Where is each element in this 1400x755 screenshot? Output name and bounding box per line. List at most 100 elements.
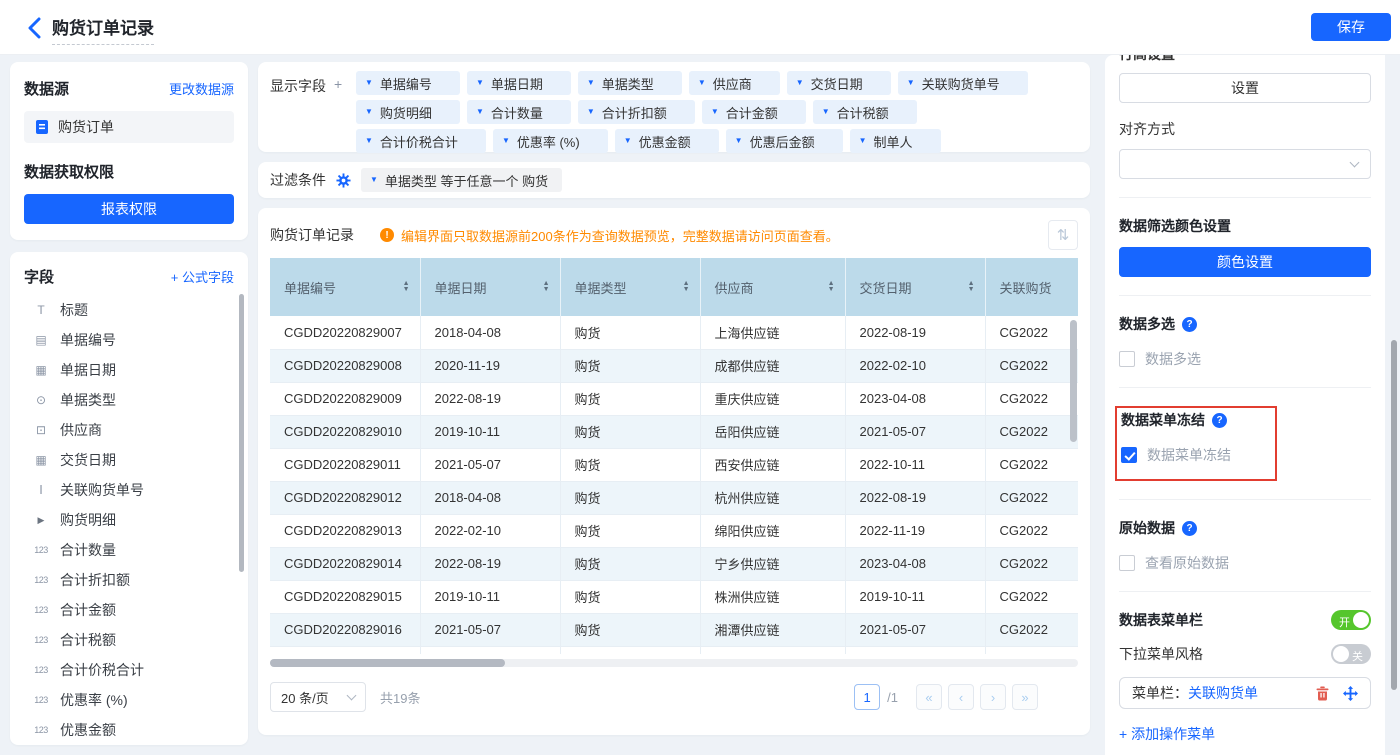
sort-icon[interactable]: ▲▼ — [683, 281, 690, 293]
column-header[interactable]: 供应商▲▼ — [700, 258, 845, 316]
sidebar-field-item[interactable]: 123合计折扣额 — [24, 565, 234, 595]
sidebar-field-item[interactable]: T标题 — [24, 295, 234, 325]
filter-condition-chip[interactable]: ▼ 单据类型 等于任意一个 购货 — [361, 168, 562, 192]
display-field-chip[interactable]: ▼单据日期 — [467, 71, 571, 95]
column-header[interactable]: 单据编号▲▼ — [270, 258, 420, 316]
add-formula-field-link[interactable]: + 公式字段 — [171, 267, 234, 286]
table-row[interactable]: CGDD202208290152019-10-11购货株洲供应链2019-10-… — [270, 580, 1078, 613]
menu-bar-item-name[interactable]: 关联购货单 — [1188, 683, 1258, 703]
page-scrollbar[interactable] — [1391, 340, 1397, 690]
datasource-item[interactable]: 购货订单 — [24, 111, 234, 143]
column-header[interactable]: 关联购货▲▼ — [985, 258, 1078, 316]
table-row[interactable]: CGDD202208290122018-04-08购货杭州供应链2022-08-… — [270, 481, 1078, 514]
color-settings-button[interactable]: 颜色设置 — [1119, 247, 1371, 277]
report-permission-button[interactable]: 报表权限 — [24, 194, 234, 224]
display-field-chip[interactable]: ▼供应商 — [689, 71, 780, 95]
next-page-button[interactable]: › — [980, 684, 1006, 710]
sidebar-field-item[interactable]: ⊙单据类型 — [24, 385, 234, 415]
multi-select-checkbox[interactable] — [1119, 351, 1135, 367]
align-select[interactable] — [1119, 149, 1371, 179]
trash-icon[interactable] — [1316, 686, 1329, 701]
settings-panel: 行高设置 设置 对齐方式 数据筛选颜色设置 颜色设置 数据多选 ? 数据多选 数… — [1105, 55, 1385, 755]
sort-icon[interactable]: ▲▼ — [828, 281, 835, 293]
table-row[interactable]: CGDD202208290082020-11-19购货成都供应链2022-02-… — [270, 349, 1078, 382]
sidebar-field-item[interactable]: ▦交货日期 — [24, 445, 234, 475]
display-field-chip[interactable]: ▼购货明细 — [356, 100, 460, 124]
display-field-chip[interactable]: ▼交货日期 — [787, 71, 891, 95]
move-icon[interactable] — [1343, 686, 1358, 701]
current-page-box[interactable]: 1 — [854, 684, 880, 710]
table-cell: 2019-10-11 — [845, 580, 985, 613]
add-action-menu-link[interactable]: + 添加操作菜单 — [1119, 724, 1371, 744]
sort-icon[interactable]: ▲▼ — [403, 281, 410, 293]
sidebar-field-item[interactable]: 123合计金额 — [24, 595, 234, 625]
sidebar-field-label: 单据编号 — [60, 330, 116, 350]
help-icon[interactable]: ? — [1212, 413, 1227, 428]
number-icon: 123 — [32, 575, 50, 585]
table-row[interactable]: CGDD202208290072018-04-08购货上海供应链2022-08-… — [270, 316, 1078, 349]
table-row[interactable]: CGDD202208290092022-08-19购货重庆供应链2023-04-… — [270, 382, 1078, 415]
first-page-button[interactable]: « — [916, 684, 942, 710]
sidebar-field-item[interactable]: ⊡供应商 — [24, 415, 234, 445]
table-row[interactable]: CGDD202208290162021-05-07购货湘潭供应链2021-05-… — [270, 613, 1078, 646]
sidebar-field-item[interactable]: 123优惠率 (%) — [24, 685, 234, 715]
display-field-chip[interactable]: ▼合计金额 — [702, 100, 806, 124]
display-field-chip[interactable]: ▼合计数量 — [467, 100, 571, 124]
table-cell: CG2022 — [985, 514, 1078, 547]
table-horizontal-scrollbar[interactable] — [270, 659, 505, 667]
display-field-chip[interactable]: ▼合计价税合计 — [356, 129, 486, 153]
display-field-chip[interactable]: ▼合计税额 — [813, 100, 917, 124]
sidebar-field-item[interactable]: Ⅰ关联购货单号 — [24, 475, 234, 505]
table-row[interactable]: CGDD202208290132022-02-10购货绵阳供应链2022-11-… — [270, 514, 1078, 547]
menu-freeze-checkbox[interactable] — [1121, 447, 1137, 463]
sidebar-field-item[interactable]: ▤单据编号 — [24, 325, 234, 355]
change-datasource-link[interactable]: 更改数据源 — [169, 79, 234, 98]
column-header-content: 单据编号▲▼ — [284, 278, 410, 297]
column-header[interactable]: 单据类型▲▼ — [560, 258, 700, 316]
sidebar-field-item[interactable]: ▦单据日期 — [24, 355, 234, 385]
fields-scrollbar[interactable] — [239, 294, 244, 572]
help-icon[interactable]: ? — [1182, 521, 1197, 536]
sort-icon[interactable]: ▲▼ — [968, 281, 975, 293]
sort-icon[interactable]: ▲▼ — [543, 281, 550, 293]
table-vertical-scrollbar[interactable] — [1070, 320, 1077, 442]
dropdown-style-toggle[interactable]: 关 — [1331, 644, 1371, 664]
settings-button[interactable]: 设置 — [1119, 73, 1371, 103]
back-icon[interactable] — [26, 17, 46, 39]
table-row[interactable]: CGDD202208290142022-08-19购货宁乡供应链2023-04-… — [270, 547, 1078, 580]
display-field-chip[interactable]: ▼合计折扣额 — [578, 100, 695, 124]
filter-label: 过滤条件 — [270, 170, 326, 190]
gear-icon[interactable] — [336, 173, 351, 188]
chip-row: ▼购货明细 ▼合计数量 ▼合计折扣额 ▼合计金额 ▼合计税额 — [356, 100, 1078, 124]
table-menu-toggle[interactable]: 开 — [1331, 610, 1371, 630]
page-size-select[interactable]: 20 条/页 — [270, 682, 366, 712]
column-header[interactable]: 单据日期▲▼ — [420, 258, 560, 316]
table-row[interactable] — [270, 646, 1078, 654]
table-cell: CG2022 — [985, 382, 1078, 415]
table-row[interactable]: CGDD202208290112021-05-07购货西安供应链2022-10-… — [270, 448, 1078, 481]
raw-data-checkbox[interactable] — [1119, 555, 1135, 571]
sidebar-field-item[interactable]: 123合计数量 — [24, 535, 234, 565]
sort-order-button[interactable]: ⇅ — [1048, 220, 1078, 250]
sidebar-field-item[interactable]: ▶购货明细 — [24, 505, 234, 535]
chevron-down-icon: ▼ — [711, 108, 719, 116]
display-field-chip[interactable]: ▼优惠率 (%) — [493, 129, 608, 153]
prev-page-button[interactable]: ‹ — [948, 684, 974, 710]
display-field-chip[interactable]: ▼优惠后金额 — [726, 129, 843, 153]
display-field-chip[interactable]: ▼优惠金额 — [615, 129, 719, 153]
save-button[interactable]: 保存 — [1311, 13, 1391, 41]
column-header[interactable]: 交货日期▲▼ — [845, 258, 985, 316]
display-field-chip[interactable]: ▼关联购货单号 — [898, 71, 1028, 95]
filter-card: 过滤条件 ▼ 单据类型 等于任意一个 购货 — [258, 162, 1090, 198]
sidebar-field-item[interactable]: 123优惠金额 — [24, 715, 234, 745]
sidebar-field-item[interactable]: 123合计价税合计 — [24, 655, 234, 685]
table-cell: 2022-02-10 — [845, 349, 985, 382]
last-page-button[interactable]: » — [1012, 684, 1038, 710]
display-field-chip[interactable]: ▼单据编号 — [356, 71, 460, 95]
add-display-field-button[interactable]: + — [334, 76, 342, 143]
display-field-chip[interactable]: ▼单据类型 — [578, 71, 682, 95]
sidebar-field-item[interactable]: 123合计税额 — [24, 625, 234, 655]
display-field-chip[interactable]: ▼制单人 — [850, 129, 941, 153]
table-row[interactable]: CGDD202208290102019-10-11购货岳阳供应链2021-05-… — [270, 415, 1078, 448]
help-icon[interactable]: ? — [1182, 317, 1197, 332]
